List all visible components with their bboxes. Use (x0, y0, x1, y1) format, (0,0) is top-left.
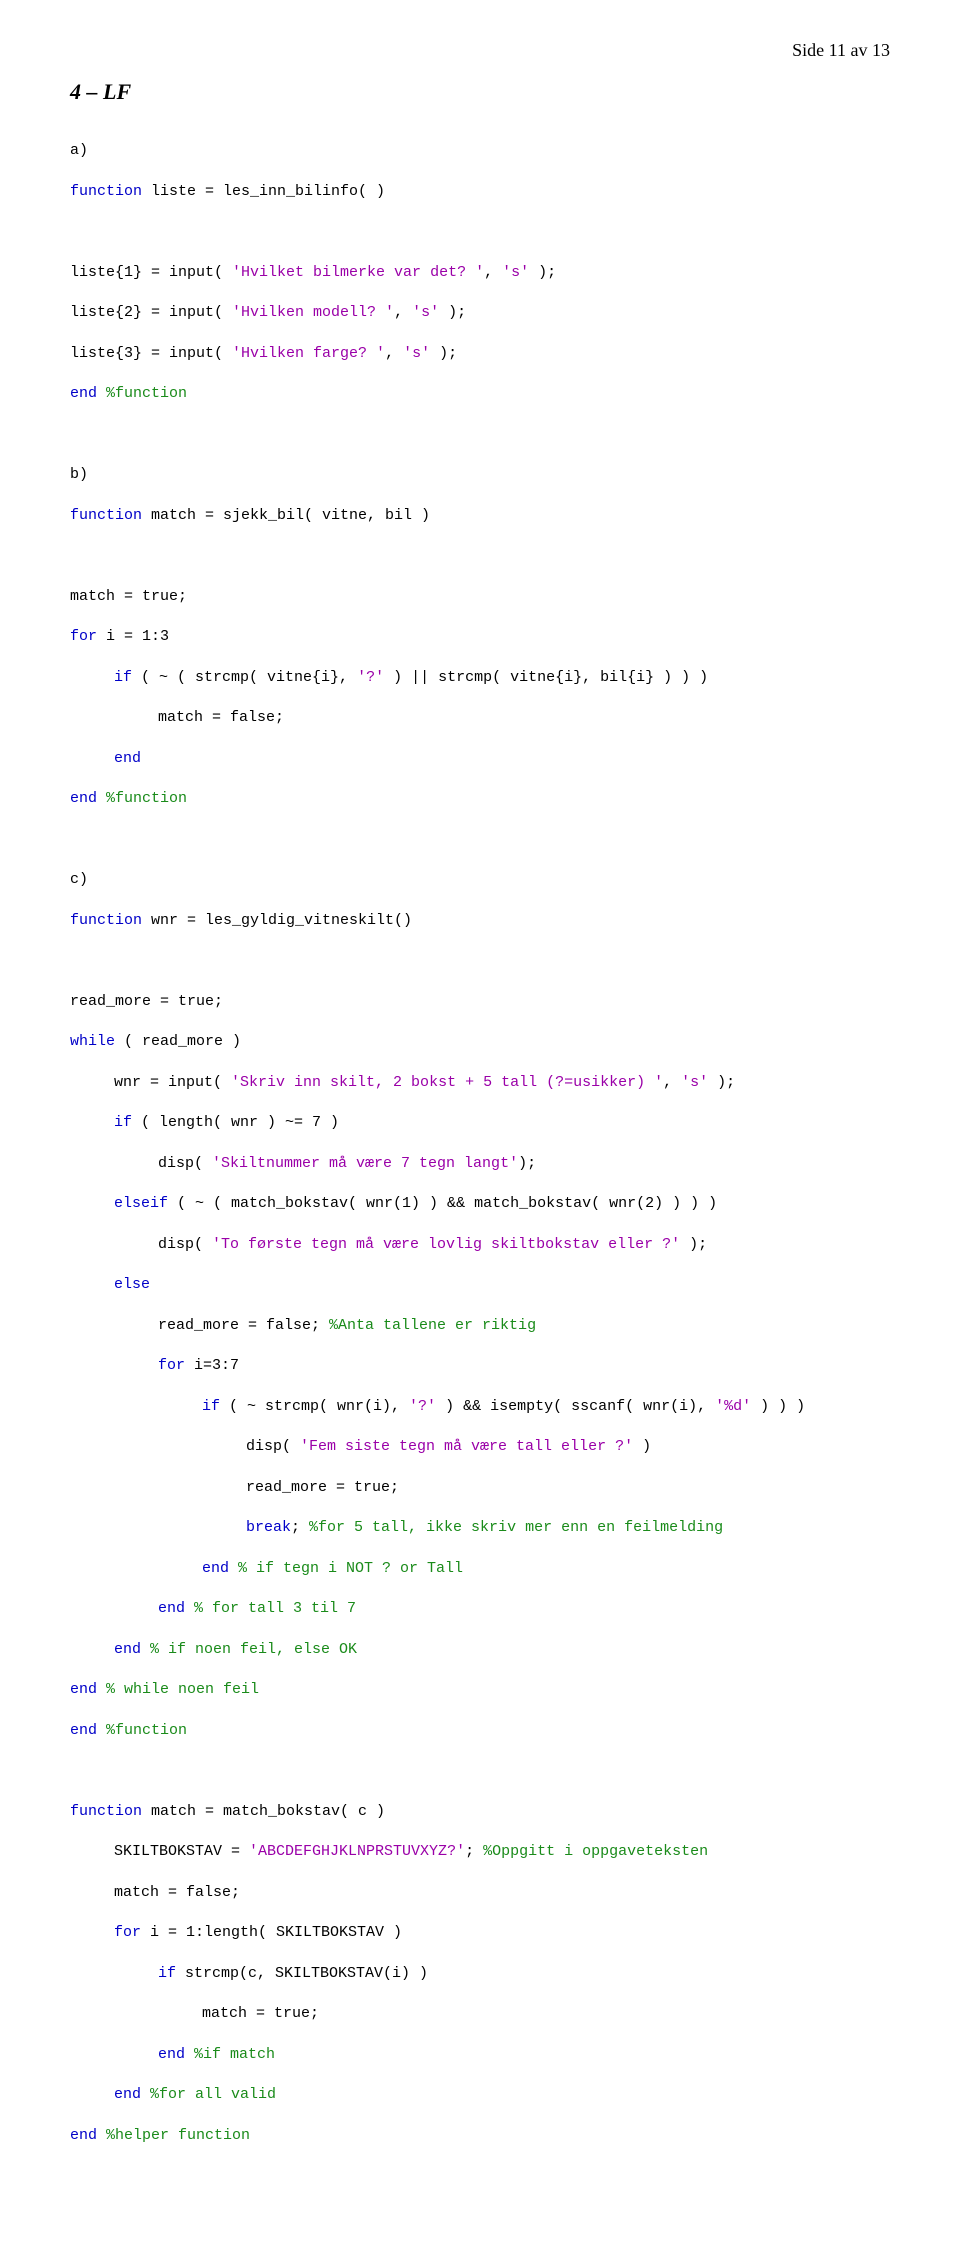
code-block: a) function liste = les_inn_bilinfo( ) l… (70, 121, 890, 2187)
page-number: Side 11 av 13 (70, 40, 890, 61)
code-line: if strcmp(c, SKILTBOKSTAV(i) ) (70, 1964, 890, 1984)
code-line: match = false; (70, 1883, 890, 1903)
code-line: read_more = true; (70, 1478, 890, 1498)
code-line: function match = match_bokstav( c ) (70, 1802, 890, 1822)
code-line: if ( ~ ( strcmp( vitne{i}, '?' ) || strc… (70, 668, 890, 688)
label-b: b) (70, 465, 890, 485)
code-line: while ( read_more ) (70, 1032, 890, 1052)
code-line: disp( 'Fem siste tegn må være tall eller… (70, 1437, 890, 1457)
code-line: for i = 1:3 (70, 627, 890, 647)
page: Side 11 av 13 4 – LF a) function liste =… (0, 0, 960, 2247)
code-line: end %function (70, 789, 890, 809)
code-line: end % while noen feil (70, 1680, 890, 1700)
code-line: match = false; (70, 708, 890, 728)
code-line: read_more = true; (70, 992, 890, 1012)
code-line: for i = 1:length( SKILTBOKSTAV ) (70, 1923, 890, 1943)
code-line: end %helper function (70, 2126, 890, 2146)
code-line: liste{3} = input( 'Hvilken farge? ', 's'… (70, 344, 890, 364)
code-line: if ( ~ strcmp( wnr(i), '?' ) && isempty(… (70, 1397, 890, 1417)
section-title: 4 – LF (70, 79, 890, 105)
code-line: liste{2} = input( 'Hvilken modell? ', 's… (70, 303, 890, 323)
code-line: function wnr = les_gyldig_vitneskilt() (70, 911, 890, 931)
code-line: end %for all valid (70, 2085, 890, 2105)
code-line: end %function (70, 1721, 890, 1741)
code-line: end (70, 749, 890, 769)
code-line: disp( 'To første tegn må være lovlig ski… (70, 1235, 890, 1255)
label-c: c) (70, 870, 890, 890)
label-a: a) (70, 141, 890, 161)
code-line: end %if match (70, 2045, 890, 2065)
code-line: wnr = input( 'Skriv inn skilt, 2 bokst +… (70, 1073, 890, 1093)
code-line: liste{1} = input( 'Hvilket bilmerke var … (70, 263, 890, 283)
code-line: read_more = false; %Anta tallene er rikt… (70, 1316, 890, 1336)
code-line: end % if noen feil, else OK (70, 1640, 890, 1660)
code-line: match = true; (70, 2004, 890, 2024)
code-line: end % for tall 3 til 7 (70, 1599, 890, 1619)
code-line: match = true; (70, 587, 890, 607)
code-line: break; %for 5 tall, ikke skriv mer enn e… (70, 1518, 890, 1538)
code-line: end % if tegn i NOT ? or Tall (70, 1559, 890, 1579)
code-line: disp( 'Skiltnummer må være 7 tegn langt'… (70, 1154, 890, 1174)
code-line: function match = sjekk_bil( vitne, bil ) (70, 506, 890, 526)
code-line: else (70, 1275, 890, 1295)
code-line: if ( length( wnr ) ~= 7 ) (70, 1113, 890, 1133)
code-line: elseif ( ~ ( match_bokstav( wnr(1) ) && … (70, 1194, 890, 1214)
code-line: for i=3:7 (70, 1356, 890, 1376)
code-line: SKILTBOKSTAV = 'ABCDEFGHJKLNPRSTUVXYZ?';… (70, 1842, 890, 1862)
code-line: function liste = les_inn_bilinfo( ) (70, 182, 890, 202)
code-line: end %function (70, 384, 890, 404)
